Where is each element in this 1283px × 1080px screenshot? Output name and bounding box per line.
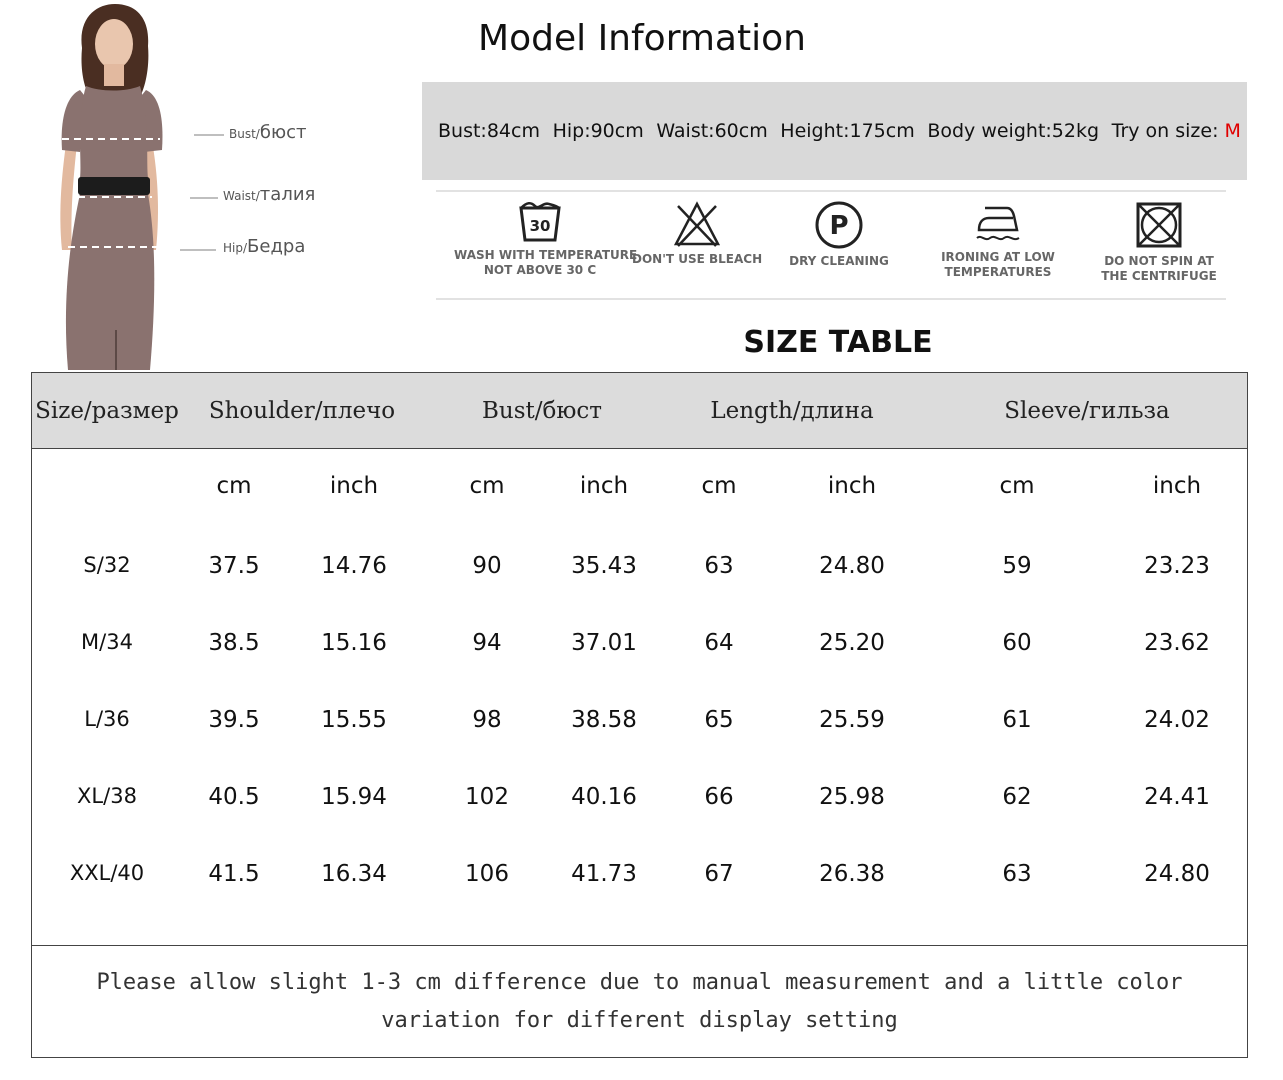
measurement-cell: 37.01 [571, 630, 637, 656]
model-illustration [60, 4, 224, 370]
measurement-note: Please allow slight 1-3 cm difference du… [32, 945, 1247, 1057]
iron-low-icon [976, 206, 1020, 241]
measurement-cell: 24.41 [1144, 784, 1210, 810]
table-header: Size/размер Shoulder/плечо Bust/бюст Len… [32, 373, 1247, 449]
measurement-cell: 59 [1002, 553, 1032, 579]
measurement-cell: 98 [472, 707, 502, 733]
unit-header: inch [827, 473, 877, 499]
measurement-cell: 90 [472, 553, 502, 579]
no-bleach-icon [673, 201, 721, 247]
header-sleeve: Sleeve/гильза [1004, 398, 1170, 424]
no-spin-icon [1136, 202, 1182, 248]
care-item-wash: 30 WASH WITH TEMPERATURE NOT ABOVE 30 C [454, 200, 638, 278]
size-table: Size/размер Shoulder/плечо Bust/бюст Len… [31, 372, 1248, 1058]
model-info-bar: Bust:84cm Hip:90cm Waist:60cm Height:175… [422, 82, 1247, 180]
care-instructions: 30 WASH WITH TEMPERATURE NOT ABOVE 30 C D… [436, 190, 1226, 300]
measurement-cell: 62 [1002, 784, 1032, 810]
measurement-cell: 63 [1002, 861, 1032, 887]
model-figure: Bust/бюст Waist/талия Hip/Бедра [0, 0, 420, 372]
bust-label: Bust/бюст [229, 122, 307, 143]
size-cell: M/34 [81, 630, 133, 654]
dry-clean-icon: P [815, 201, 863, 249]
unit-header: cm [701, 473, 737, 499]
measurement-cell: 60 [1002, 630, 1032, 656]
hip-label: Hip/Бедра [223, 236, 306, 257]
measurement-cell: 38.5 [208, 630, 260, 656]
svg-text:30: 30 [530, 217, 551, 235]
try-size-value: M [1224, 120, 1241, 142]
measurement-cell: 61 [1002, 707, 1032, 733]
measurement-cell: 35.43 [571, 553, 637, 579]
model-waist: Waist:60cm [656, 120, 768, 142]
care-label-dry-clean: DRY CLEANING [789, 254, 889, 268]
care-label-wash: WASH WITH TEMPERATURE NOT ABOVE 30 C [454, 248, 638, 277]
care-item-bleach: DON'T USE BLEACH [632, 200, 762, 267]
measurement-cell: 40.16 [571, 784, 637, 810]
size-table-title: SIZE TABLE [743, 325, 933, 360]
measurement-cell: 24.80 [819, 553, 885, 579]
measurement-cell: 25.59 [819, 707, 885, 733]
measurement-cell: 39.5 [208, 707, 260, 733]
measurement-cell: 102 [465, 784, 509, 810]
care-item-spin: DO NOT SPIN AT THE CENTRIFUGE [1100, 200, 1218, 284]
unit-header: inch [329, 473, 379, 499]
header-shoulder: Shoulder/плечо [208, 398, 396, 424]
measurement-cell: 15.55 [321, 707, 387, 733]
model-weight: Body weight:52kg [927, 120, 1100, 142]
measurement-cell: 94 [472, 630, 502, 656]
measurement-cell: 15.94 [321, 784, 387, 810]
model-try-size: Try on size: M [1111, 120, 1241, 142]
model-info-title: Model Information [478, 18, 806, 59]
measurement-cell: 66 [704, 784, 734, 810]
measurement-cell: 64 [704, 630, 734, 656]
measurement-cell: 25.20 [819, 630, 885, 656]
header-bust: Bust/бюст [482, 398, 602, 424]
unit-header: cm [469, 473, 505, 499]
size-cell: XXL/40 [69, 861, 145, 885]
care-label-bleach: DON'T USE BLEACH [632, 252, 763, 266]
measurement-cell: 63 [704, 553, 734, 579]
measurement-cell: 67 [704, 861, 734, 887]
model-hip: Hip:90cm [552, 120, 644, 142]
wash-30-icon: 30 [519, 202, 561, 242]
care-item-dry-clean: P DRY CLEANING [786, 200, 892, 269]
model-bust: Bust:84cm [438, 120, 540, 142]
measurement-cell: 24.80 [1144, 861, 1210, 887]
unit-header: cm [999, 473, 1035, 499]
measurement-cell: 26.38 [819, 861, 885, 887]
care-label-spin: DO NOT SPIN AT THE CENTRIFUGE [1101, 254, 1217, 283]
size-cell: S/32 [83, 553, 131, 577]
measurement-cell: 40.5 [208, 784, 260, 810]
measurement-cell: 25.98 [819, 784, 885, 810]
size-cell: XL/38 [77, 784, 137, 808]
measurement-cell: 15.16 [321, 630, 387, 656]
care-item-iron: IRONING AT LOW TEMPERATURES [934, 200, 1062, 280]
measurement-cell: 14.76 [321, 553, 387, 579]
measurement-cell: 24.02 [1144, 707, 1210, 733]
measurement-cell: 38.58 [571, 707, 637, 733]
header-length: Length/длина [710, 398, 874, 424]
size-cell: L/36 [84, 707, 130, 731]
care-label-iron: IRONING AT LOW TEMPERATURES [941, 250, 1055, 279]
measurement-cell: 16.34 [321, 861, 387, 887]
svg-text:P: P [829, 211, 848, 241]
unit-header: inch [579, 473, 629, 499]
measurement-cell: 41.5 [208, 861, 260, 887]
model-height: Height:175cm [780, 120, 915, 142]
measurement-cell: 37.5 [208, 553, 260, 579]
waist-label: Waist/талия [223, 184, 316, 205]
measurement-cell: 65 [704, 707, 734, 733]
measurement-cell: 41.73 [571, 861, 637, 887]
header-size: Size/размер [35, 398, 179, 424]
measurement-cell: 23.62 [1144, 630, 1210, 656]
unit-header: inch [1152, 473, 1202, 499]
unit-header: cm [216, 473, 252, 499]
measurement-cell: 23.23 [1144, 553, 1210, 579]
measurement-cell: 106 [465, 861, 509, 887]
